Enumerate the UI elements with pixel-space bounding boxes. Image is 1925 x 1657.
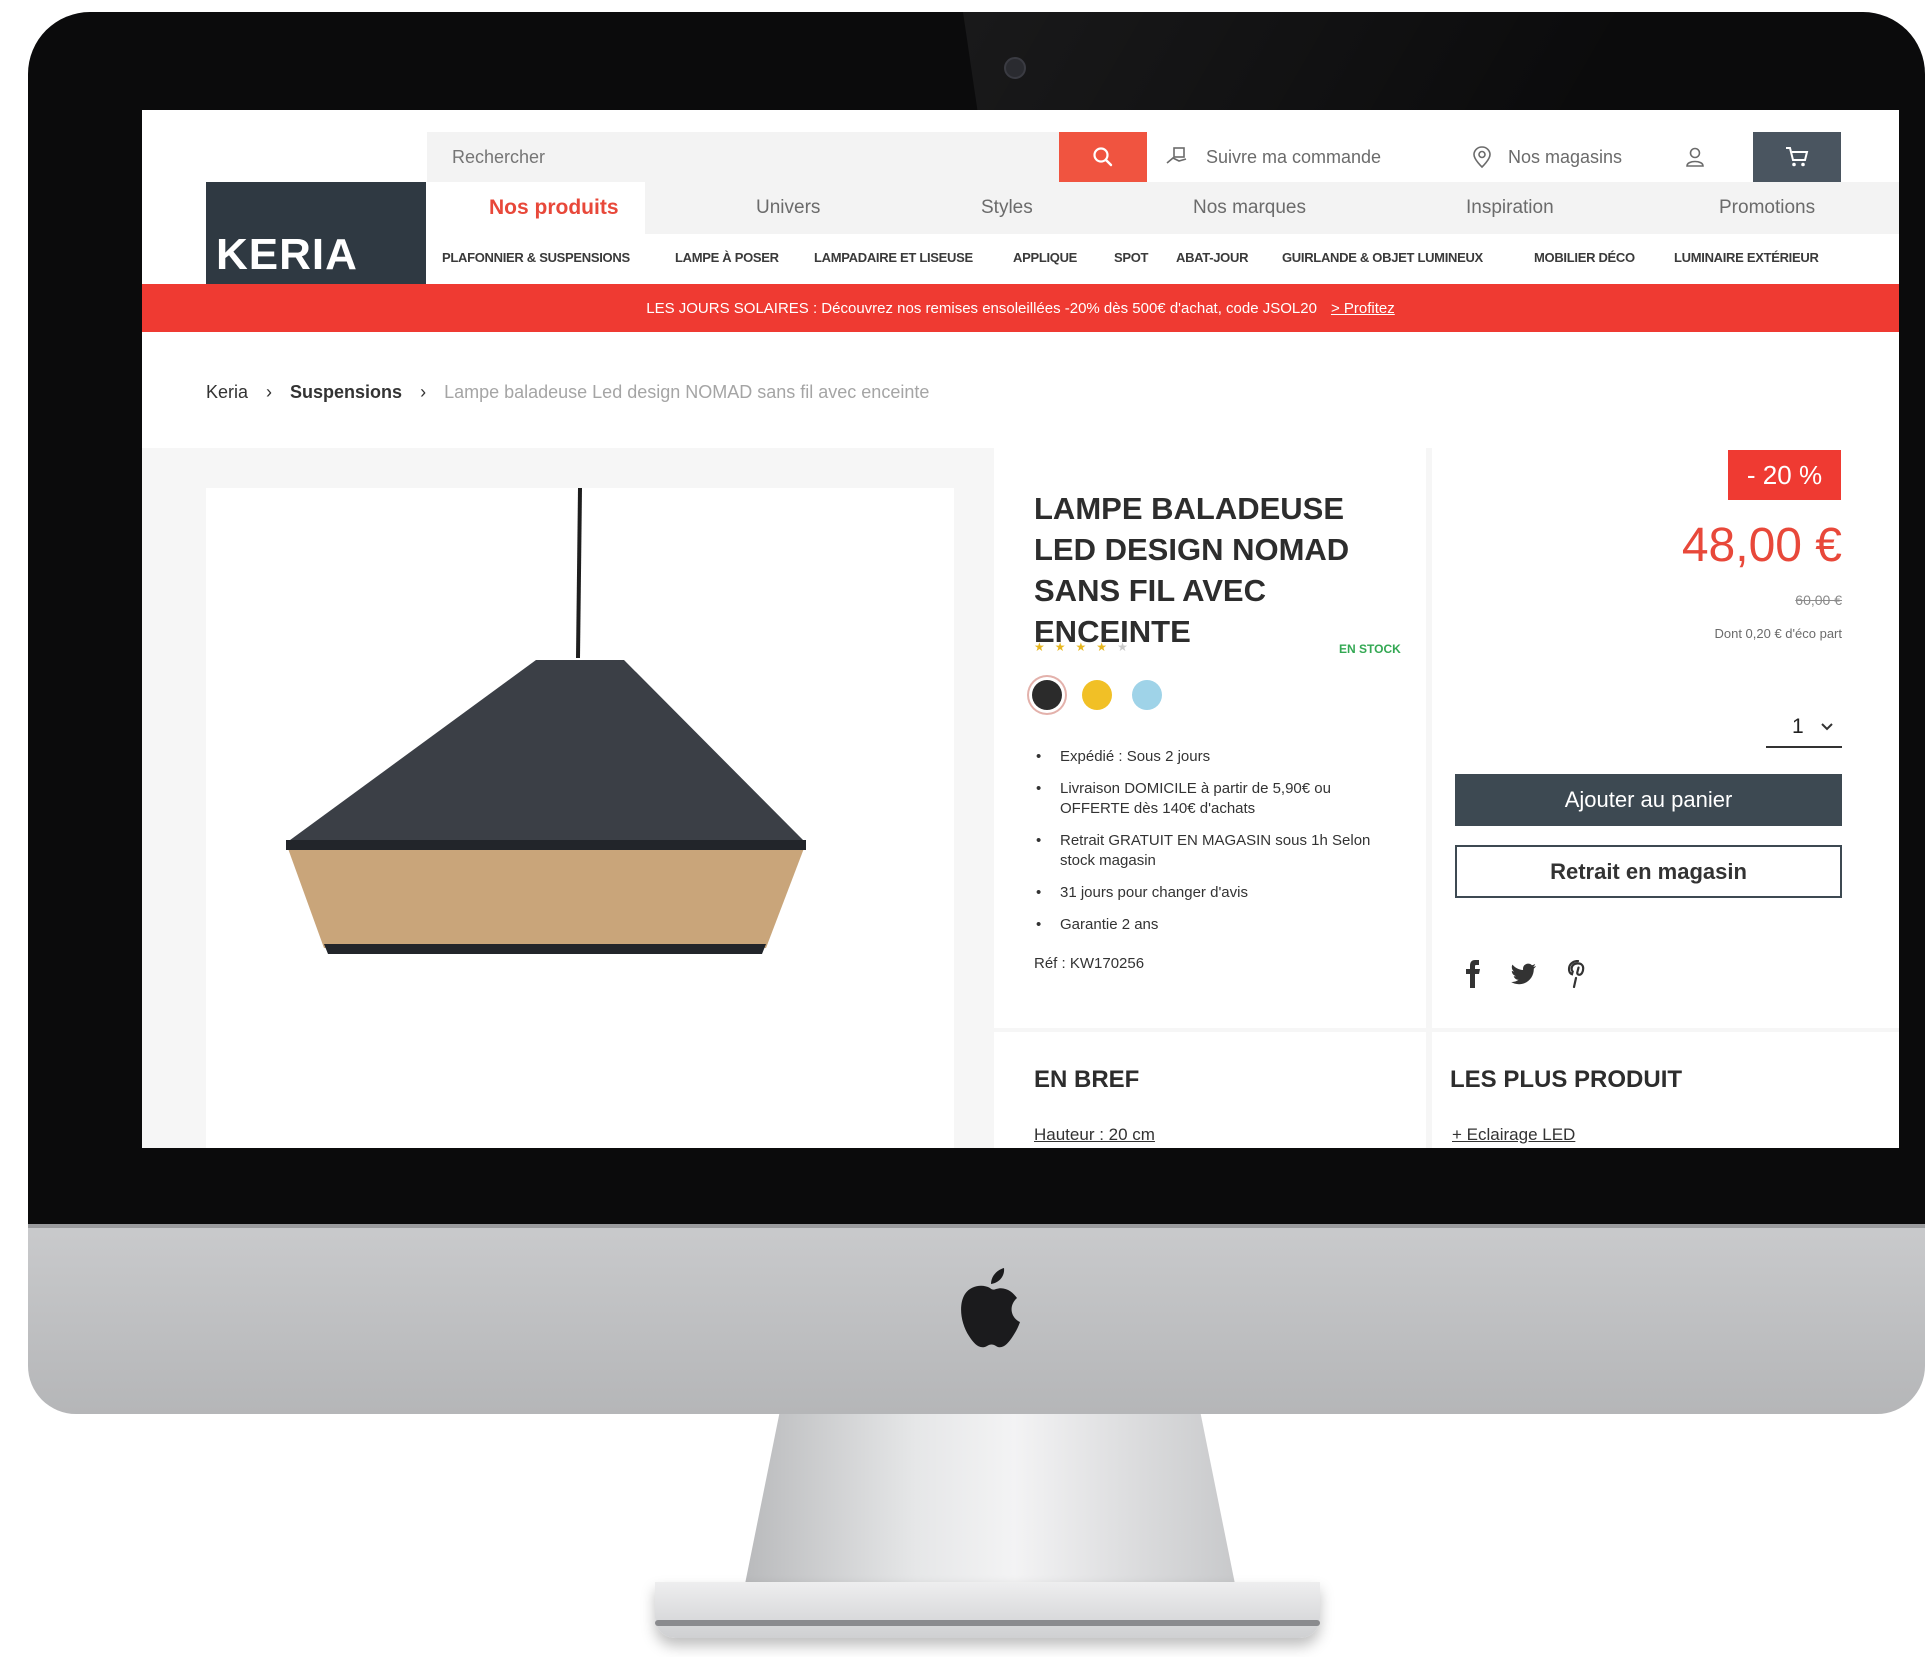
product-title: LAMPE BALADEUSE LED DESIGN NOMAD SANS FI… bbox=[1034, 491, 1350, 649]
chevron-right-icon: › bbox=[420, 382, 427, 402]
discount-badge: - 20 % bbox=[1728, 450, 1841, 500]
category-item[interactable]: PLAFONNIER & SUSPENSIONS bbox=[442, 250, 630, 265]
category-item[interactable]: ABAT-JOUR bbox=[1176, 250, 1248, 265]
social-share bbox=[1465, 960, 1589, 988]
quantity-select[interactable]: 1 bbox=[1766, 708, 1842, 748]
pendant-lamp-image bbox=[286, 487, 806, 954]
rating-stars[interactable]: ★ ★ ★ ★ ★ bbox=[1034, 640, 1128, 654]
category-item[interactable]: LAMPE À POSER bbox=[675, 250, 779, 265]
chevron-down-icon bbox=[1821, 723, 1833, 731]
promo-link[interactable]: > Profitez bbox=[1331, 300, 1395, 317]
package-icon bbox=[1166, 147, 1187, 164]
imac-mockup: KERIA Suivre ma commande Nos magasins bbox=[0, 0, 1925, 1657]
nav-tab-promotions[interactable]: Promotions bbox=[1719, 182, 1815, 234]
search-input[interactable] bbox=[427, 132, 1057, 182]
breadcrumb-home[interactable]: Keria bbox=[206, 382, 248, 403]
category-item[interactable]: LUMINAIRE EXTÉRIEUR bbox=[1674, 250, 1819, 265]
add-to-cart-button[interactable]: Ajouter au panier bbox=[1455, 774, 1842, 826]
search-icon bbox=[1093, 147, 1113, 167]
star-icon: ★ bbox=[1075, 640, 1087, 654]
old-price: 60,00 € bbox=[1795, 592, 1842, 608]
eco-part: Dont 0,20 € d'éco part bbox=[1714, 626, 1842, 641]
color-swatch-yellow[interactable] bbox=[1082, 680, 1112, 710]
facebook-icon[interactable] bbox=[1465, 960, 1481, 988]
promo-banner: LES JOURS SOLAIRES : Découvrez nos remis… bbox=[142, 284, 1899, 332]
nav-tab-inspiration[interactable]: Inspiration bbox=[1466, 182, 1554, 234]
search-bar bbox=[427, 132, 1137, 182]
store-pickup-button[interactable]: Retrait en magasin bbox=[1455, 845, 1842, 898]
category-item[interactable]: LAMPADAIRE ET LISEUSE bbox=[814, 250, 973, 265]
track-order-link[interactable]: Suivre ma commande bbox=[1164, 132, 1381, 182]
browser-screen: KERIA Suivre ma commande Nos magasins bbox=[142, 110, 1899, 1148]
feature-list: Expédié : Sous 2 jours Livraison DOMICIL… bbox=[1034, 747, 1404, 947]
pinterest-icon[interactable] bbox=[1567, 960, 1589, 988]
imac-stand-neck bbox=[745, 1414, 1235, 1584]
nav-tab-brands[interactable]: Nos marques bbox=[1193, 182, 1306, 234]
site-logo[interactable]: KERIA bbox=[206, 182, 426, 284]
apple-logo-icon bbox=[961, 1268, 1020, 1348]
feature-item: Livraison DOMICILE à partir de 5,90€ ou … bbox=[1034, 779, 1404, 819]
nav-tab-univers[interactable]: Univers bbox=[756, 182, 820, 234]
product-reference: Réf : KW170256 bbox=[1034, 955, 1145, 972]
imac-stand-foot bbox=[655, 1582, 1320, 1638]
quantity-value: 1 bbox=[1792, 715, 1804, 738]
plus-title: LES PLUS PRODUIT bbox=[1450, 1066, 1683, 1093]
stores-label: Nos magasins bbox=[1508, 146, 1623, 167]
main-nav bbox=[427, 182, 1899, 234]
nav-tab-styles[interactable]: Styles bbox=[981, 182, 1033, 234]
product-image[interactable] bbox=[206, 487, 954, 1148]
current-price: 48,00 € bbox=[1681, 519, 1842, 572]
breadcrumb-current: Lampe baladeuse Led design NOMAD sans fi… bbox=[444, 382, 930, 402]
chevron-right-icon: › bbox=[266, 382, 273, 402]
camera-icon bbox=[1004, 57, 1026, 79]
color-swatches bbox=[1032, 680, 1162, 710]
breadcrumb-category[interactable]: Suspensions bbox=[290, 382, 402, 403]
cart-button[interactable] bbox=[1753, 132, 1841, 182]
promo-text: LES JOURS SOLAIRES : Découvrez nos remis… bbox=[646, 299, 1317, 317]
star-empty-icon: ★ bbox=[1117, 640, 1128, 654]
category-item[interactable]: SPOT bbox=[1114, 250, 1149, 265]
chin-divider bbox=[28, 1224, 1925, 1228]
track-order-label: Suivre ma commande bbox=[1206, 146, 1382, 167]
cart-icon bbox=[1786, 147, 1809, 167]
stock-status: EN STOCK bbox=[1339, 642, 1401, 656]
star-icon: ★ bbox=[1096, 640, 1108, 654]
feature-item: Expédié : Sous 2 jours bbox=[1034, 747, 1404, 767]
location-pin-icon bbox=[1473, 146, 1491, 169]
account-button[interactable] bbox=[1667, 132, 1722, 182]
stores-link[interactable]: Nos magasins bbox=[1472, 132, 1622, 182]
search-button[interactable] bbox=[1059, 132, 1147, 182]
nav-tab-products[interactable]: Nos produits bbox=[489, 182, 619, 234]
stand-foot-edge bbox=[655, 1620, 1320, 1626]
star-icon: ★ bbox=[1034, 640, 1045, 654]
category-item[interactable]: MOBILIER DÉCO bbox=[1534, 250, 1635, 265]
color-swatch-black[interactable] bbox=[1032, 680, 1062, 710]
brief-title: EN BREF bbox=[1034, 1066, 1140, 1093]
category-item[interactable]: APPLIQUE bbox=[1013, 250, 1077, 265]
user-icon bbox=[1685, 147, 1704, 167]
screen-bezel: KERIA Suivre ma commande Nos magasins bbox=[28, 12, 1925, 1224]
color-swatch-blue[interactable] bbox=[1132, 680, 1162, 710]
star-icon: ★ bbox=[1054, 640, 1066, 654]
plus-line: + Eclairage LED bbox=[1452, 1125, 1576, 1144]
breadcrumb: Keria › Suspensions › Lampe baladeuse Le… bbox=[206, 382, 929, 403]
twitter-icon[interactable] bbox=[1511, 963, 1537, 985]
brief-line: Hauteur : 20 cm bbox=[1034, 1125, 1155, 1144]
category-item[interactable]: GUIRLANDE & OBJET LUMINEUX bbox=[1282, 250, 1483, 265]
feature-item: Garantie 2 ans bbox=[1034, 915, 1404, 935]
feature-item: Retrait GRATUIT EN MAGASIN sous 1h Selon… bbox=[1034, 831, 1404, 871]
feature-item: 31 jours pour changer d'avis bbox=[1034, 883, 1404, 903]
